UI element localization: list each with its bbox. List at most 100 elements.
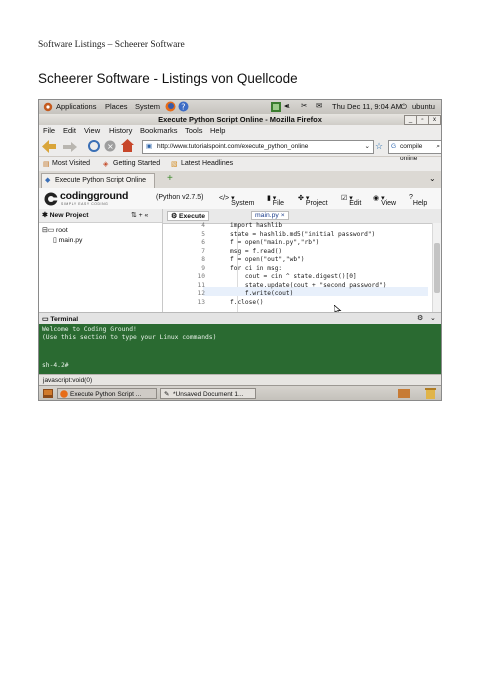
- system-menu[interactable]: System: [135, 102, 160, 111]
- search-bar[interactable]: G compile online ⌕: [388, 140, 441, 162]
- code-line[interactable]: state = hashlib.md5("initial password"): [230, 231, 375, 238]
- editor-scrollbar[interactable]: [432, 223, 441, 312]
- getting-started-icon: ◈: [103, 161, 109, 168]
- workspace-icon[interactable]: [398, 389, 410, 398]
- line-number: 6: [201, 239, 205, 246]
- code-line[interactable]: msg = f.read(): [230, 248, 282, 255]
- clock[interactable]: Thu Dec 11, 9:04 AM: [332, 102, 402, 111]
- cg-menu-help[interactable]: ? Help: [409, 194, 427, 207]
- search-icon[interactable]: ⌕: [436, 141, 440, 153]
- new-tab-button[interactable]: +: [167, 173, 173, 184]
- window-titlebar: Execute Python Script Online - Mozilla F…: [39, 114, 441, 125]
- cg-menu-view[interactable]: ◉ View ▾: [373, 194, 396, 207]
- screenshot: Applications Places System ? ◂ɩ ✂ ✉ Thu …: [38, 99, 442, 401]
- cg-menu-system[interactable]: </> System ▾: [219, 194, 254, 207]
- file-tab-main[interactable]: main.py ×: [251, 211, 289, 220]
- trash-icon[interactable]: [425, 388, 436, 399]
- tree-file-main[interactable]: ▯ main.py: [53, 236, 82, 244]
- show-desktop-icon[interactable]: [43, 389, 53, 398]
- editor-pane: ⚙ Execute main.py × 4 5 6 7 8 9 10 11 12…: [163, 209, 441, 315]
- tree-root[interactable]: ⊟▭ root: [42, 226, 68, 234]
- task-gedit[interactable]: ✎ *Unsaved Document 1...: [160, 388, 256, 399]
- update-icon[interactable]: [271, 102, 281, 112]
- codingground-logo-icon: [44, 192, 58, 206]
- help-launcher-icon[interactable]: ?: [178, 101, 189, 112]
- gnome-panel: Applications Places System ? ◂ɩ ✂ ✉ Thu …: [39, 100, 441, 115]
- cg-menu-file[interactable]: ▮ File ▾: [267, 194, 284, 207]
- mail-icon[interactable]: ✉: [316, 101, 322, 110]
- site-identity-icon[interactable]: ▣: [146, 141, 152, 153]
- terminal-label: ▭ Terminal: [42, 316, 79, 323]
- code-line[interactable]: import hashlib: [230, 222, 282, 229]
- url-bar[interactable]: ▣ http://www.tutorialspoint.com/execute_…: [142, 140, 374, 154]
- terminal-settings-icon[interactable]: ⚙: [417, 314, 423, 322]
- power-icon[interactable]: ⏻: [401, 102, 407, 112]
- close-button[interactable]: x: [428, 115, 441, 125]
- menu-file[interactable]: File: [43, 126, 55, 135]
- stop-icon[interactable]: ×: [104, 140, 116, 152]
- svg-text:×: ×: [107, 142, 114, 151]
- bookmark-latest-headlines[interactable]: Latest Headlines: [181, 160, 233, 167]
- line-number: 12: [197, 290, 205, 297]
- reload-icon[interactable]: [88, 140, 100, 152]
- terminal-prompt[interactable]: sh-4.2#: [42, 362, 69, 369]
- code-line[interactable]: f = open("main.py","rb"): [230, 239, 319, 246]
- menu-history[interactable]: History: [109, 126, 132, 135]
- code-line[interactable]: for ci in msg:: [230, 265, 282, 272]
- task-firefox[interactable]: Execute Python Script ...: [57, 388, 157, 399]
- project-pane: ✱ New Project ⇅ + « ⊟▭ root ▯ main.py: [39, 209, 163, 312]
- menu-view[interactable]: View: [84, 126, 100, 135]
- execute-button[interactable]: ⚙ Execute: [167, 211, 210, 221]
- codingground-header: codingground SIMPLY EASY CODING (Python …: [39, 188, 441, 210]
- python-version: (Python v2.7.5): [156, 194, 204, 201]
- terminal-line: (Use this section to type your Linux com…: [42, 334, 217, 341]
- menu-edit[interactable]: Edit: [63, 126, 76, 135]
- line-number: 4: [201, 222, 205, 229]
- home-icon[interactable]: [121, 139, 134, 152]
- places-menu[interactable]: Places: [105, 102, 128, 111]
- bookmark-star-icon[interactable]: ☆: [375, 141, 383, 152]
- menu-bookmarks[interactable]: Bookmarks: [140, 126, 178, 135]
- menu-tools[interactable]: Tools: [185, 126, 203, 135]
- tab-label: Execute Python Script Online: [55, 177, 147, 184]
- forward-icon[interactable]: [63, 142, 77, 152]
- code-line[interactable]: cout = cin ^ state.digest()[0]: [230, 273, 357, 280]
- bookmark-most-visited[interactable]: Most Visited: [52, 160, 90, 167]
- firefox-icon: [60, 390, 68, 398]
- code-line[interactable]: f = open("out","wb"): [230, 256, 305, 263]
- page-title: Scheerer Software - Listings von Quellco…: [38, 71, 298, 86]
- volume-icon[interactable]: ◂ɩ: [284, 101, 289, 110]
- page-header: Software Listings – Scheerer Software: [38, 40, 185, 50]
- user-name[interactable]: ubuntu: [412, 102, 435, 111]
- text-editor-icon: ✎: [164, 391, 170, 398]
- tab-execute-python[interactable]: ◆ Execute Python Script Online: [41, 173, 155, 188]
- new-project-button[interactable]: ✱ New Project: [42, 211, 89, 219]
- menu-help[interactable]: Help: [210, 126, 225, 135]
- scrollbar-thumb[interactable]: [434, 243, 440, 293]
- bookmark-getting-started[interactable]: Getting Started: [113, 160, 160, 167]
- terminal-line: Welcome to Coding Ground!: [42, 326, 137, 333]
- line-number: 13: [197, 299, 205, 306]
- rss-icon: ▧: [171, 161, 178, 168]
- codingground-tagline: SIMPLY EASY CODING: [61, 202, 109, 206]
- terminal[interactable]: Welcome to Coding Ground! (Use this sect…: [39, 324, 441, 374]
- url-dropdown-icon[interactable]: ⌄: [365, 141, 370, 153]
- applications-menu[interactable]: Applications: [56, 102, 96, 111]
- code-line[interactable]: state.update(cout + "second password"): [230, 282, 387, 289]
- back-icon[interactable]: [42, 140, 56, 153]
- cg-menu-project[interactable]: ✤ Project ▾: [298, 194, 328, 207]
- line-number: 9: [201, 265, 205, 272]
- url-text[interactable]: http://www.tutorialspoint.com/execute_py…: [157, 141, 308, 153]
- terminal-collapse-icon[interactable]: ⌄: [430, 314, 436, 322]
- network-icon[interactable]: ✂: [301, 101, 307, 110]
- search-engine-icon[interactable]: G: [391, 141, 396, 153]
- line-number: 8: [201, 256, 205, 263]
- project-tools[interactable]: ⇅ + «: [131, 211, 148, 219]
- firefox-launcher-icon[interactable]: [165, 101, 176, 112]
- code-line[interactable]: f.close(): [230, 299, 264, 306]
- ubuntu-logo-icon[interactable]: [43, 102, 53, 112]
- code-line[interactable]: f.write(cout): [230, 290, 293, 297]
- line-number: 10: [197, 273, 205, 280]
- tab-list-icon[interactable]: ⌄: [429, 174, 436, 183]
- cg-menu-edit[interactable]: ☑ Edit ▾: [341, 194, 361, 207]
